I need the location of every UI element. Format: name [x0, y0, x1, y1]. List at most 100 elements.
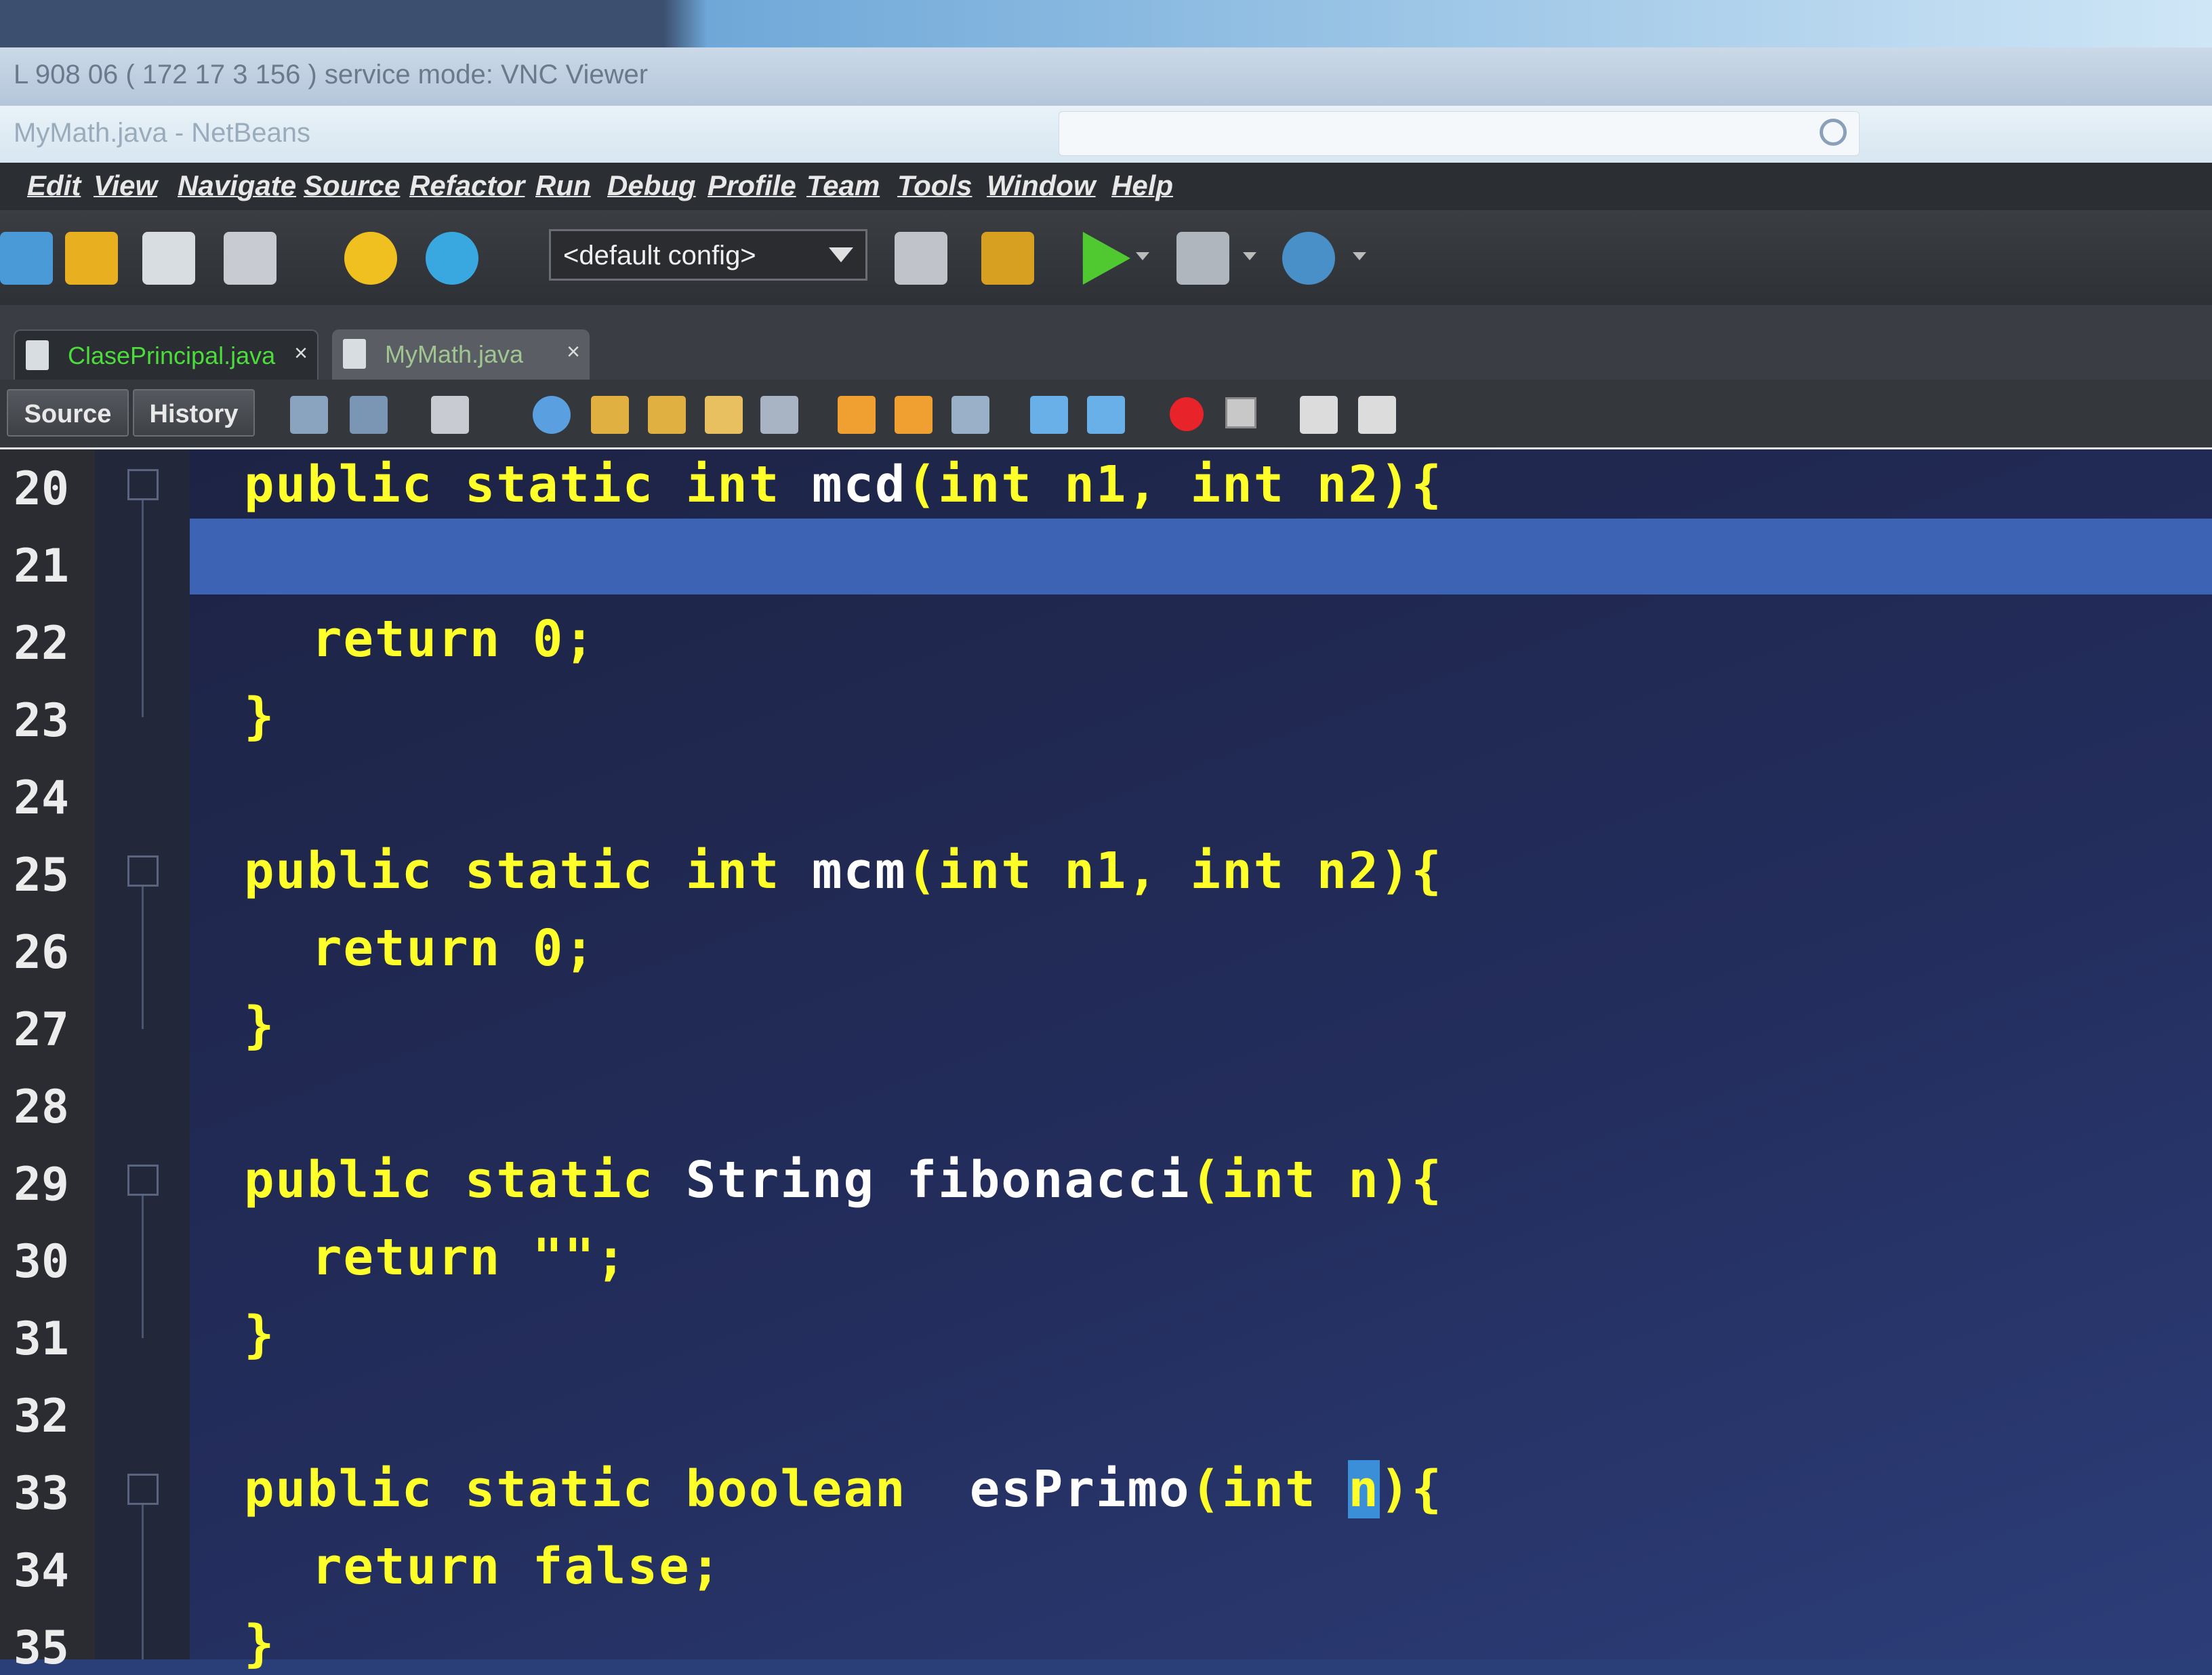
code-line-27[interactable]: } [244, 996, 276, 1055]
tab-claseprincipal[interactable]: ClasePrincipal.java × [14, 329, 319, 380]
code-line-22[interactable]: return 0; [312, 610, 596, 668]
line-number: 22 [14, 617, 69, 670]
params: (int n){ [1190, 1151, 1443, 1209]
config-select[interactable]: <default config> [549, 229, 867, 281]
shift-right-icon[interactable] [1087, 396, 1125, 434]
debug-icon[interactable] [1176, 232, 1229, 285]
find-previous-icon[interactable] [591, 396, 629, 434]
method-name: fibonacci [906, 1151, 1191, 1209]
line-number: 34 [14, 1544, 69, 1598]
close-icon[interactable]: × [567, 339, 580, 365]
save-all-icon[interactable] [224, 232, 276, 285]
code-line-30[interactable]: return ""; [312, 1228, 628, 1287]
params: (int n1, int n2){ [906, 842, 1443, 900]
record-macro-icon[interactable] [1170, 397, 1204, 431]
clean-build-icon[interactable] [981, 232, 1034, 285]
menu-profile[interactable]: Profile [708, 169, 796, 202]
fold-guide [142, 1505, 144, 1659]
open-project-icon[interactable] [65, 232, 118, 285]
line-number: 35 [14, 1621, 69, 1675]
tab-label: MyMath.java [385, 340, 524, 368]
comment-icon[interactable] [1300, 396, 1338, 434]
code-line-33[interactable]: public static boolean esPrimo(int n){ [244, 1460, 1443, 1518]
line-number: 26 [14, 926, 69, 980]
line-number: 27 [14, 1003, 69, 1057]
menu-tools[interactable]: Tools [897, 169, 972, 202]
search-icon[interactable] [1820, 119, 1847, 146]
back-icon[interactable] [350, 396, 388, 434]
next-bookmark-icon[interactable] [895, 396, 933, 434]
fold-toggle-icon[interactable] [127, 855, 159, 887]
source-view-label: Source [24, 400, 112, 428]
find-icon[interactable] [533, 396, 571, 434]
menu-run[interactable]: Run [535, 169, 591, 202]
tab-mymath[interactable]: MyMath.java × [332, 329, 590, 380]
code-line-34[interactable]: return false; [312, 1537, 722, 1596]
menu-edit[interactable]: Edit [27, 169, 81, 202]
close-project-icon[interactable] [142, 232, 195, 285]
close-icon[interactable]: × [294, 340, 308, 367]
menu-help[interactable]: Help [1111, 169, 1173, 202]
history-view-button[interactable]: History [133, 389, 255, 437]
toggle-bookmark-icon[interactable] [951, 396, 989, 434]
code-line-31[interactable]: } [244, 1306, 276, 1364]
menu-refactor[interactable]: Refactor [409, 169, 525, 202]
fold-toggle-icon[interactable] [127, 469, 159, 500]
stop-macro-icon[interactable] [1225, 397, 1256, 428]
line-number: 30 [14, 1235, 69, 1289]
menu-debug[interactable]: Debug [607, 169, 696, 202]
menu-navigate[interactable]: Navigate [178, 169, 296, 202]
redo-icon[interactable] [426, 232, 478, 285]
method-name: mcd [811, 456, 907, 514]
code-line-20[interactable]: public static int mcd(int n1, int n2){ [244, 456, 1443, 514]
menu-view[interactable]: View [94, 169, 157, 202]
method-name: esPrimo [969, 1460, 1191, 1518]
line-number: 23 [14, 694, 69, 748]
vnc-viewer-titlebar: L 908 06 ( 172 17 3 156 ) service mode: … [0, 47, 2212, 106]
forward-icon[interactable] [431, 396, 469, 434]
last-edit-icon[interactable] [290, 396, 328, 434]
source-view-button[interactable]: Source [7, 389, 129, 437]
run-dropdown-icon[interactable] [1136, 252, 1149, 260]
fold-toggle-icon[interactable] [127, 1165, 159, 1196]
shift-left-icon[interactable] [1030, 396, 1068, 434]
uncomment-icon[interactable] [1358, 396, 1396, 434]
code-line-29[interactable]: public static String fibonacci(int n){ [244, 1151, 1443, 1209]
fold-guide [142, 887, 144, 1029]
build-hammer-icon[interactable] [895, 232, 947, 285]
menu-team[interactable]: Team [806, 169, 880, 202]
params: ){ [1379, 1460, 1443, 1518]
run-icon[interactable] [1082, 232, 1130, 285]
toggle-highlight-icon[interactable] [705, 396, 743, 434]
profile-dropdown-icon[interactable] [1353, 252, 1366, 260]
desktop-background [0, 0, 2212, 47]
main-toolbar: <default config> [0, 210, 2212, 306]
debug-dropdown-icon[interactable] [1243, 252, 1256, 260]
profile-icon[interactable] [1282, 232, 1335, 285]
method-name: mcm [811, 842, 907, 900]
line-number: 24 [14, 771, 69, 825]
type-name: String [685, 1151, 907, 1209]
undo-icon[interactable] [344, 232, 397, 285]
toggle-rect-selection-icon[interactable] [760, 396, 798, 434]
menu-bar: Edit View Navigate Source Refactor Run D… [0, 163, 2212, 210]
keyword: public static int [244, 456, 812, 514]
menu-window[interactable]: Window [987, 169, 1096, 202]
java-file-icon [26, 340, 49, 370]
code-line-26[interactable]: return 0; [312, 919, 596, 977]
fold-guide [142, 500, 144, 717]
menu-source[interactable]: Source [304, 169, 400, 202]
current-line-highlight [190, 519, 2212, 594]
config-select-value: <default config> [563, 241, 756, 270]
line-number: 29 [14, 1158, 69, 1211]
new-file-icon[interactable] [0, 232, 53, 285]
find-next-icon[interactable] [648, 396, 686, 434]
fold-toggle-icon[interactable] [127, 1474, 159, 1505]
quick-search-input[interactable] [1059, 111, 1860, 156]
line-number: 25 [14, 849, 69, 902]
line-number: 33 [14, 1467, 69, 1520]
code-line-25[interactable]: public static int mcm(int n1, int n2){ [244, 842, 1443, 900]
code-line-35[interactable]: } [244, 1615, 276, 1673]
code-line-23[interactable]: } [244, 687, 276, 746]
previous-bookmark-icon[interactable] [838, 396, 876, 434]
